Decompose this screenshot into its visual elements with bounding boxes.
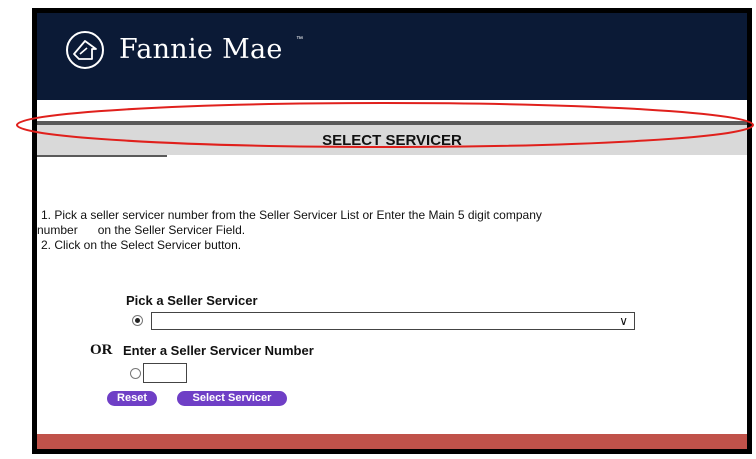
instruction-line-2: number on the Seller Servicer Field. <box>37 223 246 237</box>
instruction-line-1: 1. Pick a seller servicer number from th… <box>41 208 542 222</box>
brand-name: Fannie Mae <box>119 34 283 65</box>
trademark-symbol: ™ <box>296 36 303 43</box>
enter-seller-servicer-label: Enter a Seller Servicer Number <box>123 343 314 358</box>
select-servicer-button[interactable]: Select Servicer <box>177 391 287 406</box>
chevron-down-icon: ∨ <box>619 314 628 328</box>
browser-frame: Fannie Mae ™ SELECT SERVICER 1. Pick a s… <box>32 8 752 454</box>
page-content: Fannie Mae ™ SELECT SERVICER 1. Pick a s… <box>37 13 747 449</box>
seller-servicer-number-input[interactable] <box>143 363 187 383</box>
instruction-line-3: 2. Click on the Select Servicer button. <box>41 238 242 252</box>
enter-number-radio[interactable] <box>130 368 141 379</box>
header-spacer <box>37 100 747 121</box>
pick-seller-servicer-label: Pick a Seller Servicer <box>126 293 258 308</box>
pick-servicer-radio[interactable] <box>132 315 143 326</box>
or-label: OR <box>90 342 113 358</box>
fannie-mae-logo-icon <box>66 31 104 69</box>
reset-button[interactable]: Reset <box>107 391 157 406</box>
radio-selected-dot <box>135 318 140 323</box>
seller-servicer-select[interactable]: ∨ <box>151 312 635 330</box>
title-under-rule <box>37 155 167 157</box>
page-title: SELECT SERVICER <box>322 132 462 149</box>
footer-bar <box>37 434 747 449</box>
site-header: Fannie Mae ™ <box>37 13 747 100</box>
